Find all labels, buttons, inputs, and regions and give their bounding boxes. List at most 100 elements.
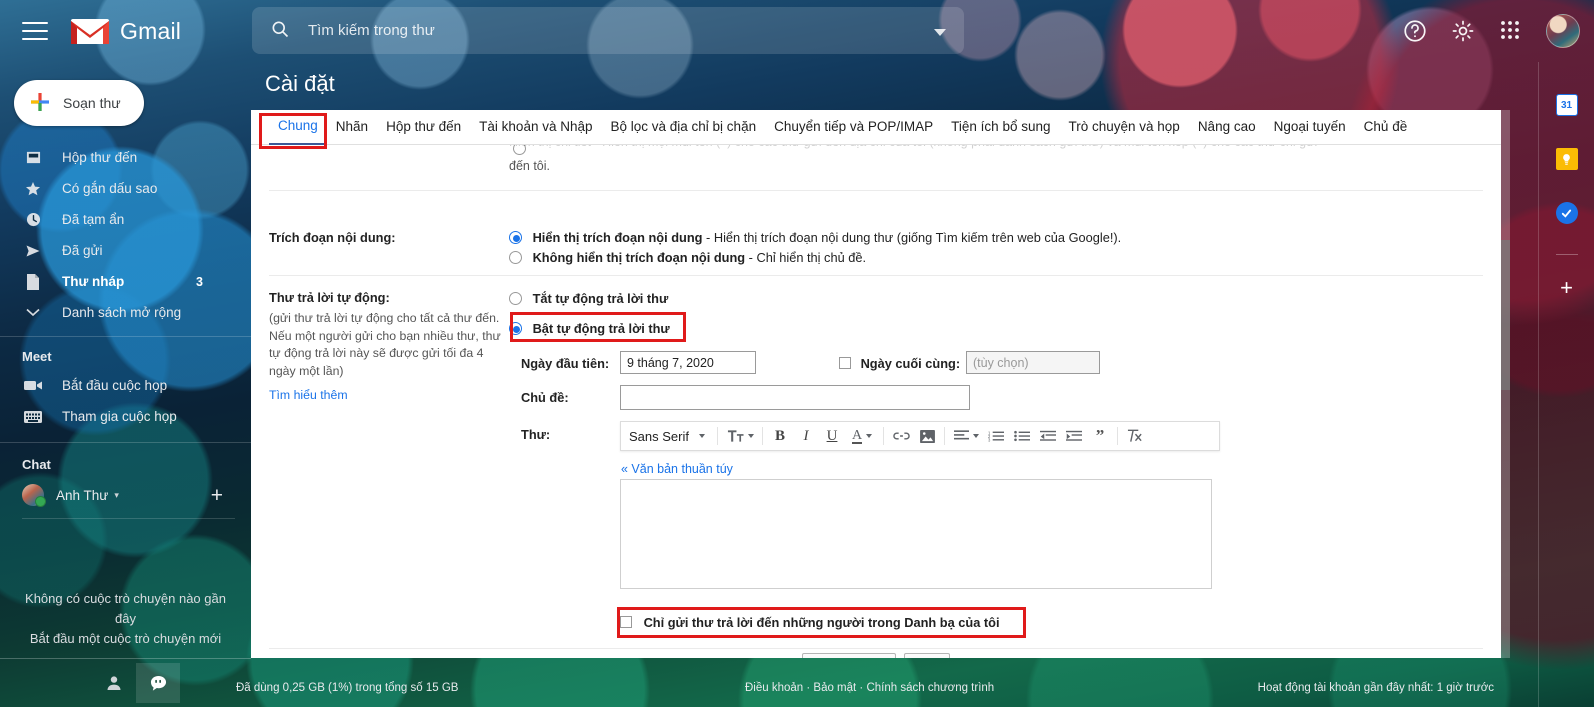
search-input[interactable]: Tìm kiếm trong thư <box>252 7 964 54</box>
page-title: Cài đặt <box>265 71 335 96</box>
sidebar-item-join-meeting[interactable]: Tham gia cuộc họp <box>0 401 251 432</box>
subject-input[interactable] <box>620 385 970 410</box>
bulleted-list-icon[interactable] <box>1009 422 1035 450</box>
indent-less-icon[interactable] <box>1035 422 1061 450</box>
google-calendar-icon[interactable]: 31 <box>1555 94 1578 116</box>
font-size-icon[interactable] <box>722 422 758 450</box>
vacation-label: Thư trả lời tự động: <box>269 290 390 305</box>
brand-title: Gmail <box>120 17 182 44</box>
link-icon[interactable] <box>888 422 914 450</box>
tab-offline[interactable]: Ngoại tuyến <box>1265 110 1355 144</box>
chat-empty-line-2: Bắt đầu một cuộc trò chuyện mới <box>29 631 222 646</box>
avatar[interactable] <box>1546 14 1580 48</box>
tab-general[interactable]: Chung <box>269 110 327 145</box>
divider <box>944 427 945 445</box>
quote-icon[interactable]: ” <box>1087 422 1113 450</box>
star-icon <box>22 181 44 197</box>
google-tasks-icon[interactable] <box>1555 202 1578 224</box>
cancel-button[interactable]: Hủy <box>904 653 951 658</box>
panel-scrollbar-thumb[interactable] <box>1501 240 1510 390</box>
apps-grid-icon[interactable] <box>1498 18 1524 44</box>
snippets-option-on-rest: - Hiển thị trích đoạn nội dung thư (giốn… <box>702 230 1122 245</box>
align-icon[interactable] <box>949 422 983 450</box>
tab-inbox[interactable]: Hộp thư đến <box>377 110 470 144</box>
inbox-icon <box>22 150 44 165</box>
save-button[interactable]: Lưu thay đổi <box>802 653 896 658</box>
bold-icon[interactable]: B <box>767 422 793 450</box>
chevron-down-icon <box>972 434 979 438</box>
tab-chat-meet[interactable]: Trò chuyện và họp <box>1059 110 1188 144</box>
vacation-option-off-label: Tắt tự động trả lời thư <box>532 291 669 306</box>
settings-panel: Chung Nhãn Hộp thư đến Tài khoản và Nhập… <box>251 110 1501 658</box>
plus-icon[interactable]: + <box>1560 277 1573 299</box>
footer-links[interactable]: Điều khoản · Bảo mật · Chính sách chương… <box>745 682 994 694</box>
chevron-down-icon[interactable] <box>934 25 946 40</box>
first-day-input[interactable] <box>620 351 756 374</box>
gear-icon[interactable] <box>1450 18 1476 44</box>
radio-snippets-off[interactable] <box>509 251 522 264</box>
help-icon[interactable] <box>1402 18 1428 44</box>
sidebar-item-inbox[interactable]: Hộp thư đến <box>0 142 251 173</box>
last-day-row[interactable]: Ngày cuối cùng: <box>839 356 960 371</box>
chat-section: Chat Anh Thư ▾ + Không có cuộc trò chuyệ… <box>0 445 251 649</box>
last-day-label: Ngày cuối cùng: <box>860 356 961 371</box>
chevron-down-icon[interactable]: ▾ <box>114 490 119 501</box>
plain-text-link[interactable]: « Văn bản thuần túy <box>621 462 733 476</box>
snippets-option-off-bold: Không hiển thị trích đoạn nội dung <box>532 250 746 265</box>
tab-forwarding-pop-imap[interactable]: Chuyển tiếp và POP/IMAP <box>765 110 942 144</box>
snippets-option-on-bold: Hiển thị trích đoạn nội dung <box>532 230 703 245</box>
tab-filters-blocked[interactable]: Bộ lọc và địa chỉ bị chặn <box>602 110 766 144</box>
sidebar-item-starred[interactable]: Có gắn dấu sao <box>0 173 251 204</box>
keyboard-icon <box>22 410 44 423</box>
snippets-option-on[interactable]: Hiển thị trích đoạn nội dung - Hiển thị … <box>509 230 1121 245</box>
clipped-row-faded-text: Hiển thị chi tiết - Hiển thị mọi mũi tên… <box>509 145 1317 149</box>
compose-label: Soạn thư <box>63 95 121 111</box>
message-body-input[interactable] <box>620 479 1212 589</box>
indent-more-icon[interactable] <box>1061 422 1087 450</box>
contacts-only-row[interactable]: Chỉ gửi thư trả lời đến những người tron… <box>620 615 1000 630</box>
radio-snippets-on[interactable] <box>509 231 522 244</box>
chat-user-row[interactable]: Anh Thư ▾ + <box>0 478 251 512</box>
plus-icon <box>30 92 50 115</box>
tab-themes[interactable]: Chủ đề <box>1355 110 1417 144</box>
learn-more-link[interactable]: Tìm hiểu thêm <box>269 387 348 405</box>
sidebar-item-label: Thư nháp <box>62 274 125 289</box>
sidebar-nav: Hộp thư đến Có gắn dấu sao Đã tạm ẩn Đã … <box>0 142 251 328</box>
snippets-option-off[interactable]: Không hiển thị trích đoạn nội dung - Chỉ… <box>509 250 866 265</box>
tab-addons[interactable]: Tiện ích bổ sung <box>942 110 1059 144</box>
last-day-checkbox[interactable] <box>839 357 851 369</box>
radio-vacation-off[interactable] <box>509 292 522 305</box>
sidebar-item-drafts[interactable]: Thư nháp 3 <box>0 266 251 297</box>
settings-tabs: Chung Nhãn Hộp thư đến Tài khoản và Nhập… <box>251 110 1501 145</box>
chat-empty-state: Không có cuộc trò chuyện nào gần đây Bắt… <box>0 589 251 649</box>
underline-icon[interactable]: U <box>819 422 845 450</box>
tab-advanced[interactable]: Nâng cao <box>1189 110 1265 144</box>
last-day-input[interactable] <box>966 351 1100 374</box>
chat-user-name: Anh Thư <box>56 487 109 503</box>
google-keep-icon[interactable] <box>1555 148 1578 170</box>
search-icon <box>270 19 290 42</box>
meet-section-title: Meet <box>22 349 52 364</box>
text-color-icon[interactable]: A <box>845 422 879 450</box>
radio-vacation-on[interactable] <box>509 322 522 335</box>
tab-labels[interactable]: Nhãn <box>327 110 377 144</box>
divider <box>717 427 718 445</box>
sidebar-item-sent[interactable]: Đã gửi <box>0 235 251 266</box>
image-icon[interactable] <box>914 422 940 450</box>
vacation-option-on[interactable]: Bật tự động trả lời thư <box>509 321 670 336</box>
numbered-list-icon[interactable]: 1 2 3 <box>983 422 1009 450</box>
italic-icon[interactable]: I <box>793 422 819 450</box>
sidebar-item-label: Đã tạm ẩn <box>62 212 125 227</box>
contacts-only-checkbox[interactable] <box>620 616 632 628</box>
sidebar-item-start-meeting[interactable]: Bắt đầu cuộc họp <box>0 370 251 401</box>
font-family-selector[interactable]: Sans Serif <box>621 422 713 450</box>
remove-formatting-icon[interactable] <box>1122 422 1148 450</box>
sidebar-item-label: Danh sách mở rộng <box>62 305 182 320</box>
sidebar-item-more[interactable]: Danh sách mở rộng <box>0 297 251 328</box>
sidebar-item-snoozed[interactable]: Đã tạm ẩn <box>0 204 251 235</box>
compose-button[interactable]: Soạn thư <box>14 80 144 126</box>
hamburger-icon[interactable] <box>22 22 48 40</box>
plus-icon[interactable]: + <box>211 485 223 506</box>
vacation-option-off[interactable]: Tắt tự động trả lời thư <box>509 291 668 306</box>
tab-accounts-import[interactable]: Tài khoản và Nhập <box>470 110 601 144</box>
